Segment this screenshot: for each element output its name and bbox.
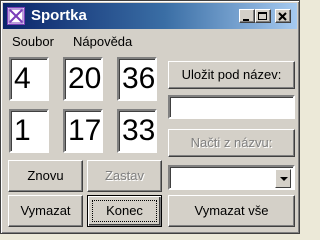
title-bar[interactable]: Sportka <box>3 3 297 29</box>
number-box: 33 <box>117 109 157 153</box>
focus-indicator <box>92 200 157 222</box>
menu-napoveda[interactable]: Nápověda <box>73 34 132 49</box>
load-from-button[interactable]: Načti z názvu: <box>168 129 295 157</box>
maximize-icon <box>258 12 267 20</box>
load-name-select[interactable] <box>168 165 295 190</box>
maximize-button[interactable] <box>255 9 271 23</box>
clear-button[interactable]: Vymazat <box>8 195 83 227</box>
menu-soubor[interactable]: Soubor <box>12 34 54 49</box>
save-name-input[interactable] <box>168 95 295 119</box>
save-as-label: Uložit pod název: <box>181 67 282 82</box>
end-button[interactable]: Konec <box>87 195 162 227</box>
save-as-button[interactable]: Uložit pod název: <box>168 61 295 89</box>
chevron-down-icon <box>280 177 288 181</box>
menu-bar: Soubor Nápověda <box>3 31 297 53</box>
number-box: 4 <box>9 57 49 101</box>
number-box: 36 <box>117 57 157 101</box>
close-button[interactable] <box>275 9 291 23</box>
clear-all-button[interactable]: Vymazat vše <box>168 195 295 227</box>
number-box: 20 <box>63 57 103 101</box>
window-title: Sportka <box>31 7 87 24</box>
app-window: Sportka Soubor Nápověda 4 20 36 1 17 33 <box>0 0 300 234</box>
clear-label: Vymazat <box>20 203 71 218</box>
lottery-ticket-icon[interactable] <box>7 7 25 25</box>
again-label: Znovu <box>27 168 64 183</box>
number-box: 1 <box>9 109 49 153</box>
again-button[interactable]: Znovu <box>8 160 83 192</box>
number-box: 17 <box>63 109 103 153</box>
load-from-label: Načti z názvu: <box>190 135 273 150</box>
stop-button[interactable]: Zastav <box>87 160 162 192</box>
clear-all-label: Vymazat vše <box>194 203 269 218</box>
minimize-icon <box>243 19 249 21</box>
dropdown-button[interactable] <box>275 169 291 188</box>
stop-label: Zastav <box>104 168 144 183</box>
close-icon <box>278 12 287 21</box>
minimize-button[interactable] <box>239 9 255 23</box>
